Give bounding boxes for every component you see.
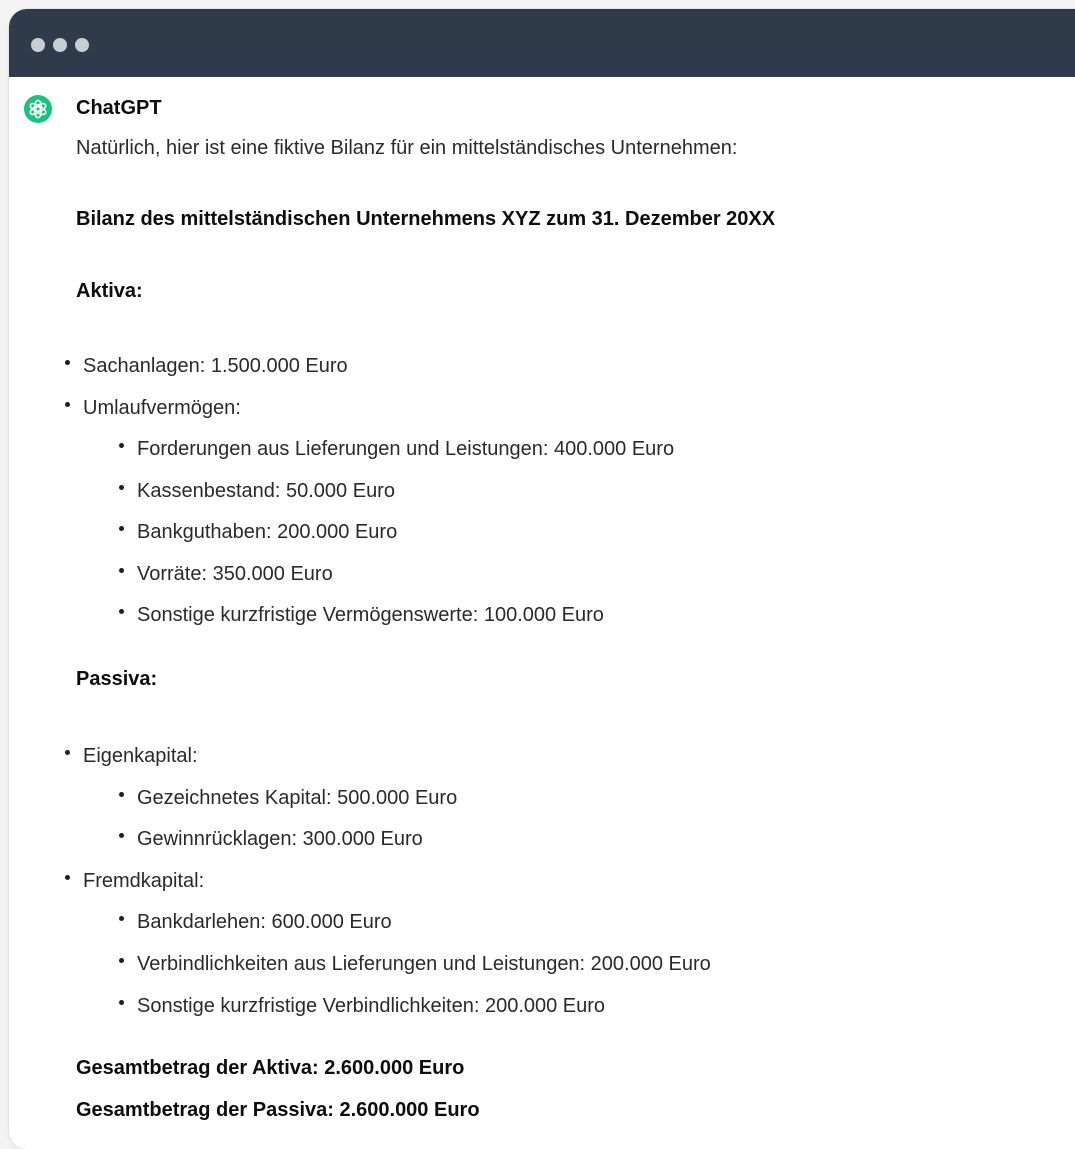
list-item: Sachanlagen: 1.500.000 Euro [65, 356, 348, 376]
bullet-icon [119, 792, 124, 797]
list-item: Fremdkapital: [65, 871, 204, 891]
bullet-icon [119, 568, 124, 573]
list-item: Bankguthaben: 200.000 Euro [119, 522, 397, 542]
message-intro: Natürlich, hier ist eine fiktive Bilanz … [76, 137, 738, 159]
list-item: Verbindlichkeiten aus Lieferungen und Le… [119, 954, 711, 974]
bullet-icon [119, 526, 124, 531]
bullet-icon [65, 875, 70, 880]
bullet-icon [119, 485, 124, 490]
list-item: Eigenkapital: [65, 746, 198, 766]
passiva-heading: Passiva: [76, 668, 158, 690]
total-aktiva: Gesamtbetrag der Aktiva: 2.600.000 Euro [76, 1057, 465, 1079]
list-item: Gewinnrücklagen: 300.000 Euro [119, 829, 423, 849]
window-titlebar [9, 9, 1075, 77]
bullet-icon [119, 443, 124, 448]
bullet-icon [119, 916, 124, 921]
list-item: Sonstige kurzfristige Verbindlichkeiten:… [119, 996, 605, 1016]
window-dot-icon [75, 38, 89, 52]
window-dot-icon [53, 38, 67, 52]
bullet-icon [119, 958, 124, 963]
bullet-icon [65, 402, 70, 407]
list-item: Bankdarlehen: 600.000 Euro [119, 912, 392, 932]
bullet-icon [119, 833, 124, 838]
list-item: Sonstige kurzfristige Vermögenswerte: 10… [119, 605, 604, 625]
list-item: Vorräte: 350.000 Euro [119, 564, 333, 584]
list-item: Umlaufvermögen: [65, 398, 241, 418]
balance-title: Bilanz des mittelständischen Unternehmen… [76, 208, 776, 230]
total-passiva: Gesamtbetrag der Passiva: 2.600.000 Euro [76, 1099, 480, 1121]
bullet-icon [65, 360, 70, 365]
list-item: Forderungen aus Lieferungen und Leistung… [119, 439, 674, 459]
bullet-icon [65, 750, 70, 755]
bullet-icon [119, 609, 124, 614]
window-dot-icon [31, 38, 45, 52]
bullet-icon [119, 1000, 124, 1005]
aktiva-heading: Aktiva: [76, 280, 143, 302]
chatgpt-logo-icon [24, 95, 52, 123]
list-item: Kassenbestand: 50.000 Euro [119, 481, 395, 501]
list-item: Gezeichnetes Kapital: 500.000 Euro [119, 788, 457, 808]
sender-name: ChatGPT [76, 97, 162, 119]
